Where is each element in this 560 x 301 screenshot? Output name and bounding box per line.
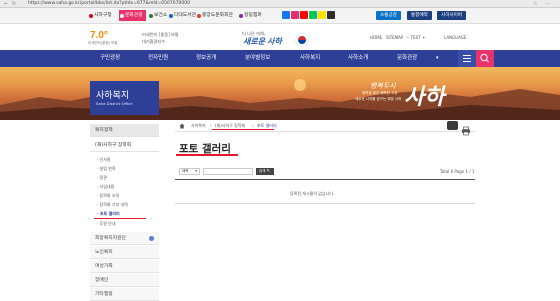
bullet-icon xyxy=(169,14,173,18)
section-subtitle: Saha District Office xyxy=(96,101,133,106)
list-bottom-border xyxy=(175,203,475,204)
list-top-border xyxy=(175,179,475,180)
lnb-sub-greeting[interactable]: · 인사말 xyxy=(97,156,111,164)
banner-brand: 사하 xyxy=(404,84,445,109)
search-submit-button[interactable]: 검색 🔍 xyxy=(256,168,274,175)
sunset-landscape-image xyxy=(0,79,560,120)
lnb-sub-business[interactable]: · 사업내용 xyxy=(97,183,114,191)
banner-subtext-1: 행복을 좋은 행복한 고장 xyxy=(362,91,398,95)
lnb-sub-history[interactable]: · 설립 연혁 xyxy=(97,165,116,173)
home-link[interactable]: HOME xyxy=(370,35,382,40)
quick-link-bar xyxy=(0,8,560,24)
korea-flag-icon xyxy=(295,32,309,47)
weather-index-line: 대기환경지수 xyxy=(142,39,166,44)
annotation-underline xyxy=(212,129,274,130)
blog-icon[interactable] xyxy=(309,11,317,19)
section-banner xyxy=(0,67,560,120)
lnb-item-hope-welfare[interactable]: 희망복지지원단 xyxy=(90,232,159,245)
slogan-logo[interactable]: 새로운 사하 xyxy=(243,36,282,47)
nav-information[interactable]: 정보공개 xyxy=(196,50,216,67)
nav-e-civil[interactable]: 전자민원 xyxy=(148,50,168,67)
sns-share-icon[interactable] xyxy=(447,121,458,130)
kakao-icon[interactable] xyxy=(318,11,326,19)
star-icon[interactable]: ☆ xyxy=(533,0,537,8)
lnb-item-scholarship[interactable]: (재)사하구 장학회 xyxy=(90,139,159,152)
breadcrumb-separator-icon: › xyxy=(210,123,212,128)
temperature-value: 7.0° xyxy=(90,30,108,41)
sitemap-link[interactable]: SITEMAP xyxy=(386,35,403,40)
breadcrumb-separator-icon: › xyxy=(252,123,254,128)
bullet-icon xyxy=(239,14,243,18)
nav-welfare[interactable]: 사하복지 xyxy=(300,50,320,67)
empty-list-message: 등록된 게시물이 없습니다. xyxy=(290,191,335,196)
banner-phrase: 행복두시 xyxy=(370,82,396,90)
lnb-head[interactable]: 복지정책 xyxy=(90,124,159,137)
lnb-item-elderly[interactable]: 노인복지 xyxy=(90,246,159,259)
home-icon[interactable] xyxy=(179,123,185,130)
nav-about[interactable]: 사하소개 xyxy=(348,50,368,67)
lnb-item-women-family[interactable]: 여성가족 xyxy=(90,260,159,273)
annotation-underline xyxy=(176,154,238,156)
minus-icon[interactable]: − xyxy=(406,35,409,40)
tab-communication[interactable]: 소통공감 xyxy=(376,11,401,20)
url-field[interactable]: https://www.saha.go.kr/portal/bbs/list.d… xyxy=(28,0,190,8)
lnb-sub-photo-gallery[interactable]: · 포토 갤러리 xyxy=(97,210,120,218)
lnb-sub-support[interactable]: · 후원 안내 xyxy=(97,220,116,228)
language-link[interactable]: LANGUAGE xyxy=(444,35,466,40)
hamburger-icon xyxy=(463,55,471,62)
quicklink-saha-office[interactable]: 사하구청 xyxy=(88,10,115,21)
lnb-item-disabled[interactable]: 장애인 xyxy=(90,274,159,287)
breadcrumb-item-welfare[interactable]: 사하복지 xyxy=(191,123,206,129)
bullet-icon xyxy=(120,14,124,18)
youtube-icon[interactable] xyxy=(300,11,308,19)
plus-icon[interactable]: + xyxy=(422,35,425,40)
search-field-select[interactable]: 제목 ▾ xyxy=(179,168,200,175)
menu-button[interactable] xyxy=(458,50,476,67)
nav-field-info[interactable]: 분야별정보 xyxy=(245,50,270,67)
search-input[interactable] xyxy=(203,168,253,175)
print-icon[interactable] xyxy=(461,121,471,136)
browser-menu-icon[interactable]: ⋯ xyxy=(545,0,550,8)
bullet-icon xyxy=(197,14,201,18)
search-button[interactable] xyxy=(476,50,494,67)
search-icon xyxy=(480,53,489,63)
chevron-down-icon: ▾ xyxy=(436,55,439,61)
total-page-info: Total 0 Page 1 / 1 xyxy=(440,169,475,174)
lnb-sub-organization[interactable]: · 장학회 조직 xyxy=(97,192,119,200)
bullet-icon xyxy=(149,14,153,18)
refresh-icon[interactable]: ↻ xyxy=(12,0,16,8)
lnb-item-other[interactable]: 기타행정 xyxy=(90,288,159,301)
air-quality-label: 미세먼지(좋음) 보통 xyxy=(88,41,118,45)
instagram-icon[interactable] xyxy=(291,11,299,19)
tab-reservation[interactable]: 통합예약 xyxy=(407,11,432,20)
banner-subtext-2: 새로운 사하를 꿈꾸는 희망 사하 xyxy=(355,97,402,101)
quicklink-library[interactable]: 다대도서관 xyxy=(168,10,199,21)
section-title: 사하복지 xyxy=(96,91,130,101)
plus-circle-icon xyxy=(149,236,154,241)
lnb-sub-charter[interactable]: · 정관 xyxy=(97,174,107,182)
annotation-underline xyxy=(94,218,146,219)
nav-citizen-square[interactable]: 구민광장 xyxy=(100,50,120,67)
saha-logo-icon xyxy=(89,14,93,18)
quicklink-healing[interactable]: 힐링캠퍼 xyxy=(238,10,265,21)
quicklink-health[interactable]: 보건소 xyxy=(148,10,170,21)
facebook-icon[interactable] xyxy=(282,11,290,19)
sns-icon[interactable] xyxy=(327,11,335,19)
chevron-down-icon: ▾ xyxy=(195,169,197,173)
tab-cyber[interactable]: 사하사이버 xyxy=(437,11,467,20)
nav-culture[interactable]: 문화관광 xyxy=(397,50,417,67)
text-size-control[interactable]: − TEXT + xyxy=(406,35,425,40)
quicklink-culture[interactable]: 문화관광 xyxy=(119,10,146,21)
quicklink-culture-hall[interactable]: 중앙도문화회관 xyxy=(196,10,236,21)
lnb-sub-donations[interactable]: · 장학회 기부 내역 xyxy=(97,201,128,209)
back-icon[interactable]: ← xyxy=(4,0,8,8)
weather-line: 미세먼지 [좋음] 보통 xyxy=(142,32,179,37)
